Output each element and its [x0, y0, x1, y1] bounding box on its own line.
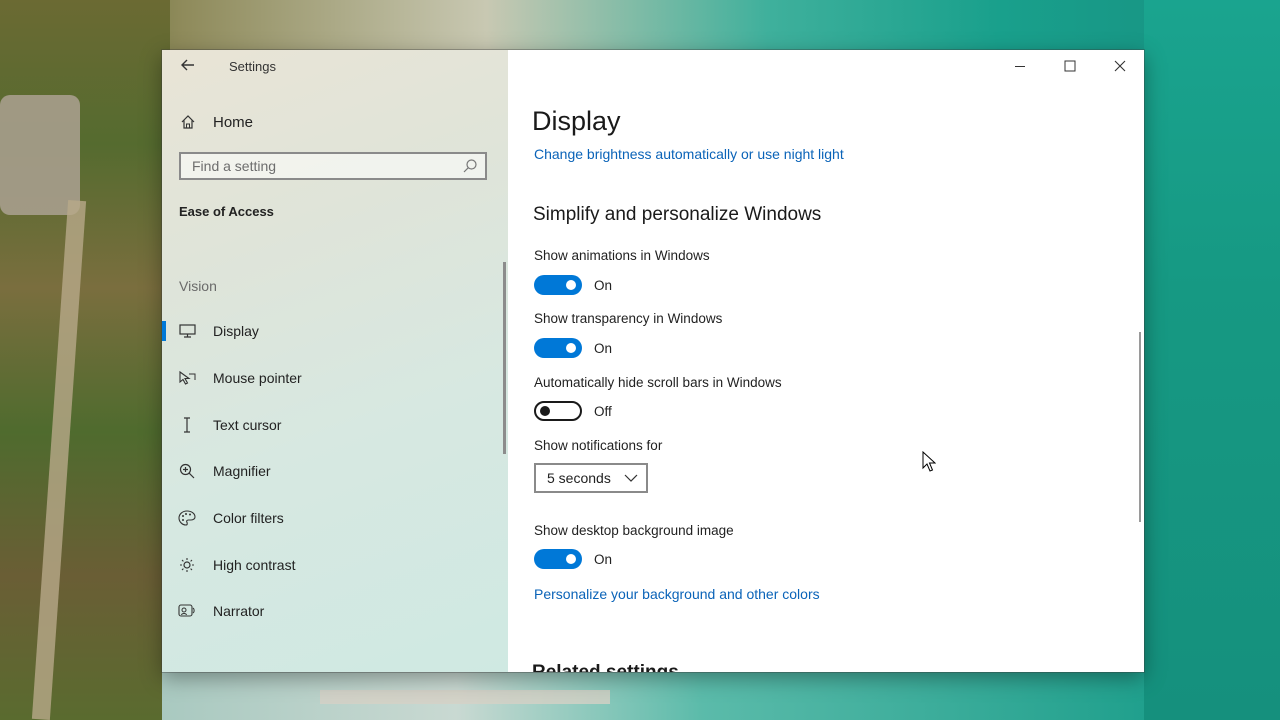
mouse-pointer-icon: [177, 368, 197, 388]
sidebar-item-label: Display: [213, 323, 259, 340]
high-contrast-icon: [177, 555, 197, 575]
animations-setting: On: [534, 274, 612, 296]
transparency-toggle[interactable]: [534, 338, 582, 358]
sidebar-item-label: Magnifier: [213, 463, 271, 480]
notifications-value: 5 seconds: [547, 470, 611, 486]
sidebar-item-label: Color filters: [213, 510, 284, 527]
section-title: Ease of Access: [179, 204, 274, 219]
sidebar-nav: Display Mouse pointer Text cursor Magnif…: [162, 308, 508, 635]
related-settings-heading: Related settings: [532, 662, 679, 672]
minimize-button[interactable]: [996, 50, 1044, 82]
mouse-cursor-icon: [922, 451, 936, 472]
animations-label: Show animations in Windows: [534, 248, 710, 263]
search-input[interactable]: [181, 154, 462, 178]
maximize-icon: [1064, 60, 1076, 72]
close-icon: [1114, 60, 1126, 72]
sidebar-scrollbar[interactable]: [503, 262, 506, 454]
background-toggle[interactable]: [534, 549, 582, 569]
page-title: Display: [532, 106, 621, 136]
selection-indicator: [162, 321, 166, 341]
sidebar-item-text-cursor[interactable]: Text cursor: [162, 401, 508, 448]
magnifier-icon: [177, 461, 197, 481]
main-scrollbar[interactable]: [1139, 332, 1141, 522]
sidebar-item-label: Text cursor: [213, 416, 282, 433]
back-button[interactable]: [174, 56, 202, 78]
background-state: On: [594, 551, 613, 567]
sidebar-item-color-filters[interactable]: Color filters: [162, 495, 508, 542]
home-icon: [178, 112, 198, 132]
settings-window: Settings Home Ease of Access Vision Disp…: [162, 50, 1144, 672]
sidebar-item-mouse-pointer[interactable]: Mouse pointer: [162, 355, 508, 402]
monitor-icon: [177, 321, 197, 341]
main-content: Display Change brightness automatically …: [508, 50, 1144, 672]
toggle-knob: [566, 554, 576, 564]
search-box[interactable]: [179, 152, 487, 180]
wallpaper-sea: [1144, 0, 1280, 720]
sidebar-item-display[interactable]: Display: [162, 308, 508, 355]
sidebar: Settings Home Ease of Access Vision Disp…: [162, 50, 508, 672]
animations-toggle[interactable]: [534, 275, 582, 295]
transparency-state: On: [594, 340, 613, 356]
personalize-link[interactable]: Personalize your background and other co…: [534, 586, 820, 602]
sidebar-item-narrator[interactable]: Narrator: [162, 588, 508, 635]
sidebar-item-label: Narrator: [213, 603, 265, 620]
color-filters-icon: [177, 508, 197, 528]
toggle-knob: [566, 343, 576, 353]
notifications-dropdown[interactable]: 5 seconds: [534, 463, 648, 493]
brightness-link[interactable]: Change brightness automatically or use n…: [534, 146, 844, 162]
toggle-knob: [540, 406, 550, 416]
toggle-knob: [566, 280, 576, 290]
sidebar-home[interactable]: Home: [178, 110, 478, 134]
sidebar-item-high-contrast[interactable]: High contrast: [162, 541, 508, 588]
sidebar-item-magnifier[interactable]: Magnifier: [162, 448, 508, 495]
sidebar-item-label: High contrast: [213, 556, 296, 573]
close-button[interactable]: [1096, 50, 1144, 82]
transparency-label: Show transparency in Windows: [534, 311, 723, 326]
wallpaper-hut: [0, 95, 80, 215]
minimize-icon: [1015, 66, 1025, 67]
scrollbars-setting: Off: [534, 400, 612, 422]
background-label: Show desktop background image: [534, 523, 734, 538]
chevron-down-icon: [624, 474, 638, 482]
maximize-button[interactable]: [1046, 50, 1094, 82]
section-heading: Simplify and personalize Windows: [533, 204, 822, 225]
back-arrow-icon: [181, 59, 194, 71]
group-label-vision: Vision: [179, 278, 217, 294]
animations-state: On: [594, 277, 613, 293]
narrator-icon: [177, 601, 197, 621]
wallpaper-bottom: [162, 672, 1144, 720]
window-title: Settings: [229, 59, 276, 74]
scrollbars-toggle[interactable]: [534, 401, 582, 421]
search-icon[interactable]: [461, 157, 479, 175]
text-cursor-icon: [177, 415, 197, 435]
transparency-setting: On: [534, 337, 612, 359]
wallpaper-dock: [320, 690, 610, 704]
home-label: Home: [213, 113, 254, 131]
background-setting: On: [534, 548, 612, 570]
sidebar-item-label: Mouse pointer: [213, 370, 302, 387]
notifications-label: Show notifications for: [534, 438, 663, 453]
scrollbars-state: Off: [594, 403, 612, 419]
scrollbars-label: Automatically hide scroll bars in Window…: [534, 375, 782, 390]
